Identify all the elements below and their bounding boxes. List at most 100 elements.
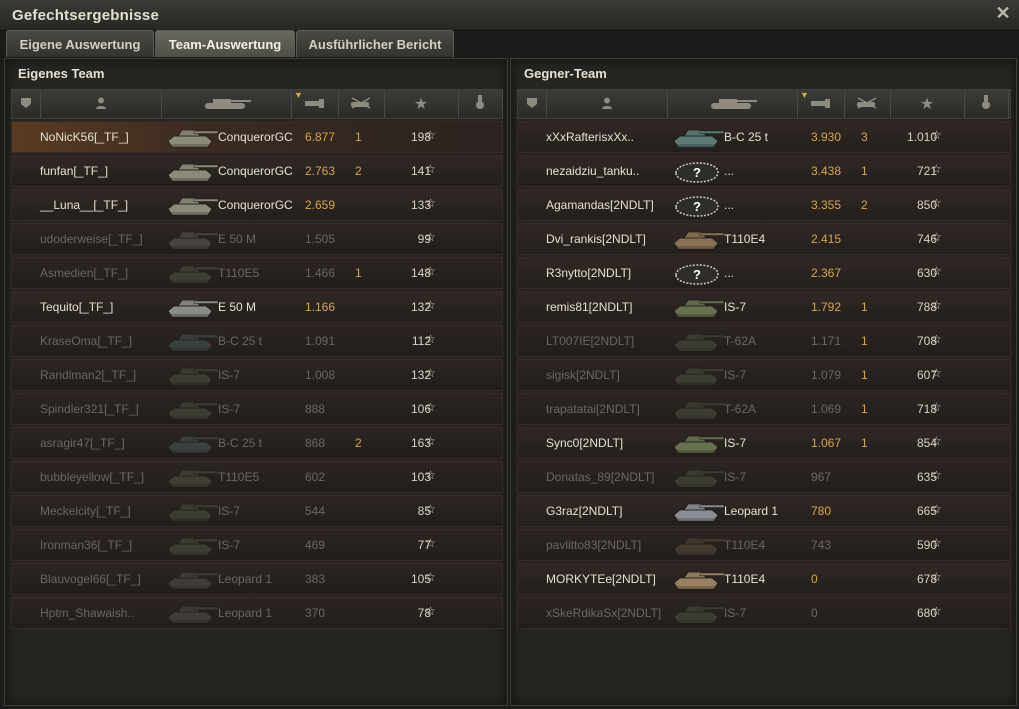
player-row[interactable]: G3raz[2NDLT] Leopard 1 780 665 ☆ (517, 495, 1011, 527)
player-name[interactable]: Ironman36[_TF_] (40, 538, 132, 552)
player-name[interactable]: remis81[2NDLT] (546, 300, 632, 314)
header-xp-star-column[interactable]: ★ (890, 90, 965, 118)
header-kills-column[interactable] (844, 90, 891, 118)
tank-icon (199, 95, 253, 114)
player-name[interactable]: Sync0[2NDLT] (546, 436, 623, 450)
player-row[interactable]: Spindler321[_TF_] IS-7 888 106 ☆ (11, 393, 503, 425)
header-medal-column[interactable] (458, 90, 503, 118)
tank-icon (162, 395, 220, 423)
tank-name: E 50 M (218, 232, 257, 246)
player-row[interactable]: KraseOma[_TF_] B-C 25 t 1.091 112 ☆ (11, 325, 503, 357)
player-name[interactable]: LT007IE[2NDLT] (546, 334, 634, 348)
player-row[interactable]: LT007IE[2NDLT] T-62A 1.171 1 708 ☆ (517, 325, 1011, 357)
tank-name: B-C 25 t (218, 436, 263, 450)
player-name[interactable]: Asmedien[_TF_] (40, 266, 128, 280)
player-row[interactable]: MORKYTEe[2NDLT] T110E4 0 678 ☆ (517, 563, 1011, 595)
header-damage-column[interactable]: ▼ (291, 90, 339, 118)
player-name[interactable]: Randlman2[_TF_] (40, 368, 136, 382)
player-name[interactable]: xXxRafterisxXx.. (546, 130, 634, 144)
player-name[interactable]: Hptm_Shawaish.. (40, 606, 134, 620)
header-platoon-column[interactable] (518, 90, 547, 118)
header-tank-column[interactable] (161, 90, 292, 118)
player-row[interactable]: Blauvogel66[_TF_] Leopard 1 383 105 ☆ (11, 563, 503, 595)
player-row[interactable]: remis81[2NDLT] IS-7 1.792 1 788 ☆ (517, 291, 1011, 323)
damage-value: 6.877 (305, 130, 336, 144)
tank-icon (162, 497, 220, 525)
xp-star-icon: ☆ (931, 366, 942, 380)
player-name[interactable]: xSkeRdikaSx[2NDLT] (546, 606, 661, 620)
xp-star-icon: ☆ (931, 264, 942, 278)
player-row[interactable]: Asmedien[_TF_] T110E5 1.466 1 148 ☆ (11, 257, 503, 289)
player-name[interactable]: Donatas_89[2NDLT] (546, 470, 655, 484)
xp-star-icon: ☆ (931, 468, 942, 482)
player-name[interactable]: Blauvogel66[_TF_] (40, 572, 141, 586)
player-name[interactable]: Dvi_rankis[2NDLT] (546, 232, 646, 246)
player-row[interactable]: asragir47[_TF_] B-C 25 t 868 2 163 ☆ (11, 427, 503, 459)
player-row[interactable]: R3nytto[2NDLT] ? ... 2.367 630 ☆ (517, 257, 1011, 289)
player-row[interactable]: nezaidziu_tanku.. ? ... 3.438 1 721 ☆ (517, 155, 1011, 187)
kills-value: 1 (861, 436, 868, 450)
player-row[interactable]: funfan[_TF_] ConquerorGC 2.763 2 141 ☆ (11, 155, 503, 187)
player-row[interactable]: pavlitto83[2NDLT] T110E4 743 590 ☆ (517, 529, 1011, 561)
player-row[interactable]: Tequito[_TF_] E 50 M 1.166 132 ☆ (11, 291, 503, 323)
player-row[interactable]: __Luna__[_TF_] ConquerorGC 2.659 133 ☆ (11, 189, 503, 221)
player-row[interactable]: Hptm_Shawaish.. Leopard 1 370 78 ☆ (11, 597, 503, 629)
player-row[interactable]: Sync0[2NDLT] IS-7 1.067 1 854 ☆ (517, 427, 1011, 459)
header-player-column[interactable] (40, 90, 162, 118)
player-row[interactable]: udoderweise[_TF_] E 50 M 1.505 99 ☆ (11, 223, 503, 255)
player-name[interactable]: MORKYTEe[2NDLT] (546, 572, 656, 586)
header-xp-star-column[interactable]: ★ (384, 90, 459, 118)
player-name[interactable]: pavlitto83[2NDLT] (546, 538, 641, 552)
platoon-icon (525, 96, 539, 113)
player-row[interactable]: Dvi_rankis[2NDLT] T110E4 2.415 746 ☆ (517, 223, 1011, 255)
player-row[interactable]: trapatatai[2NDLT] T-62A 1.069 1 718 ☆ (517, 393, 1011, 425)
player-name[interactable]: trapatatai[2NDLT] (546, 402, 640, 416)
tank-icon (162, 361, 220, 389)
player-name[interactable]: asragir47[_TF_] (40, 436, 125, 450)
tank-name: E 50 M (218, 300, 257, 314)
player-name[interactable]: bubbleyellow[_TF_] (40, 470, 144, 484)
player-name[interactable]: udoderweise[_TF_] (40, 232, 143, 246)
tank-name: T-62A (724, 402, 757, 416)
tank-icon (668, 293, 726, 321)
damage-value: 780 (811, 504, 832, 518)
player-name[interactable]: nezaidziu_tanku.. (546, 164, 639, 178)
player-name[interactable]: sigisk[2NDLT] (546, 368, 620, 382)
player-row[interactable]: NoNicK56[_TF_] ConquerorGC 6.877 1 198 ☆ (11, 121, 503, 153)
player-row[interactable]: sigisk[2NDLT] IS-7 1.079 1 607 ☆ (517, 359, 1011, 391)
player-row[interactable]: xSkeRdikaSx[2NDLT] IS-7 0 680 ☆ (517, 597, 1011, 629)
header-kills-column[interactable] (338, 90, 385, 118)
header-damage-column[interactable]: ▼ (797, 90, 845, 118)
player-name[interactable]: KraseOma[_TF_] (40, 334, 132, 348)
tab-team-auswertung[interactable]: Team-Auswertung (155, 30, 295, 57)
player-name[interactable]: NoNicK56[_TF_] (40, 130, 129, 144)
player-row[interactable]: Randlman2[_TF_] IS-7 1.008 132 ☆ (11, 359, 503, 391)
header-player-column[interactable] (546, 90, 668, 118)
player-name[interactable]: Spindler321[_TF_] (40, 402, 139, 416)
close-icon[interactable]: ✕ (993, 3, 1013, 23)
tab-eigene-auswertung[interactable]: Eigene Auswertung (6, 30, 154, 57)
tank-name: Leopard 1 (218, 606, 273, 620)
player-name[interactable]: Agamandas[2NDLT] (546, 198, 654, 212)
player-row[interactable]: xXxRafterisxXx.. B-C 25 t 3.930 3 1.010 ☆ (517, 121, 1011, 153)
player-name[interactable]: Tequito[_TF_] (40, 300, 113, 314)
player-name[interactable]: Meckelcity[_TF_] (40, 504, 131, 518)
player-name[interactable]: G3raz[2NDLT] (546, 504, 622, 518)
header-medal-column[interactable] (964, 90, 1009, 118)
header-tank-column[interactable] (667, 90, 798, 118)
header-platoon-column[interactable] (12, 90, 41, 118)
tank-icon (162, 123, 220, 151)
player-row[interactable]: bubbleyellow[_TF_] T110E5 602 103 ☆ (11, 461, 503, 493)
player-row[interactable]: Agamandas[2NDLT] ? ... 3.355 2 850 ☆ (517, 189, 1011, 221)
damage-value: 602 (305, 470, 326, 484)
player-name[interactable]: R3nytto[2NDLT] (546, 266, 631, 280)
damage-value: 1.079 (811, 368, 842, 382)
tank-icon (668, 361, 726, 389)
player-row[interactable]: Meckelcity[_TF_] IS-7 544 85 ☆ (11, 495, 503, 527)
player-name[interactable]: funfan[_TF_] (40, 164, 108, 178)
tab-ausfuehrlicher-bericht[interactable]: Ausführlicher Bericht (296, 30, 454, 57)
player-row[interactable]: Donatas_89[2NDLT] IS-7 967 635 ☆ (517, 461, 1011, 493)
tank-name: T110E4 (724, 538, 766, 552)
player-row[interactable]: Ironman36[_TF_] IS-7 469 77 ☆ (11, 529, 503, 561)
player-name[interactable]: __Luna__[_TF_] (40, 198, 128, 212)
